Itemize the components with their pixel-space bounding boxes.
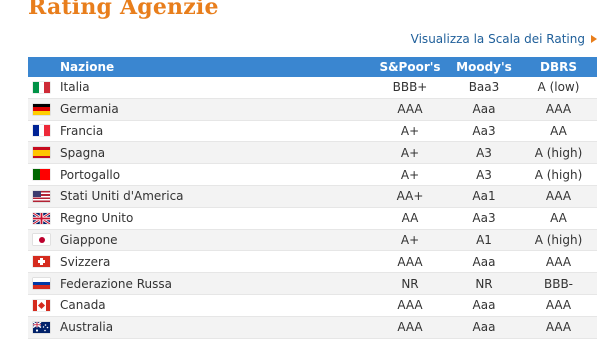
header-sp: S&Poor's (379, 60, 441, 74)
rating-moodys: Aaa (472, 320, 496, 335)
ratings-table: Nazione S&Poor's Moody's DBRS Italia BBB… (28, 57, 597, 339)
header-dbrs: DBRS (540, 60, 577, 74)
table-row: Federazione Russa NR NR BBB- (28, 273, 597, 295)
table-row: Germania AAA Aaa AAA (28, 98, 597, 121)
country-name: Federazione Russa (60, 276, 172, 291)
country-name: Italia (60, 80, 90, 95)
page-title: Rating Agenzie (28, 0, 219, 20)
country-name: Francia (60, 123, 104, 138)
table-row: Portogallo A+ A3 A (high) (28, 164, 597, 186)
australia-flag-icon (33, 321, 50, 333)
portugal-flag-icon (33, 169, 50, 181)
rating-dbrs: BBB- (543, 276, 574, 291)
rating-moodys: Baa3 (468, 80, 500, 95)
header-country: Nazione (60, 60, 115, 74)
table-row: Regno Unito AA Aa3 AA (28, 208, 597, 230)
rating-dbrs: A (low) (537, 80, 580, 95)
table-row: Svizzera AAA Aaa AAA (28, 251, 597, 274)
country-name: Stati Uniti d'America (60, 189, 184, 204)
switzerland-flag-icon (33, 256, 50, 268)
rating-sp: AAA (397, 254, 423, 269)
rating-sp: A+ (400, 145, 420, 160)
arrow-right-icon (591, 35, 597, 43)
rating-sp: AAA (397, 298, 423, 313)
italy-flag-icon (33, 81, 50, 93)
rating-sp: AAA (397, 320, 423, 335)
rating-sp: NR (401, 276, 419, 291)
rating-moodys: Aaa (472, 254, 496, 269)
rating-dbrs: AAA (545, 102, 572, 117)
usa-flag-icon (33, 190, 50, 202)
japan-flag-icon (33, 234, 50, 246)
table-row: Giappone A+ A1 A (high) (28, 229, 597, 252)
header-moodys: Moody's (456, 60, 512, 74)
table-row: Spagna A+ A3 A (high) (28, 142, 597, 165)
rating-dbrs: AAA (545, 298, 572, 313)
rating-dbrs: A (high) (534, 145, 583, 160)
rating-dbrs: AA (550, 211, 567, 226)
rating-scale-link-label: Visualizza la Scala dei Rating (410, 32, 585, 46)
rating-sp: A+ (400, 167, 420, 182)
rating-dbrs: AAA (545, 189, 572, 204)
rating-dbrs: A (high) (534, 167, 583, 182)
country-name: Australia (60, 320, 114, 335)
rating-moodys: A1 (476, 232, 492, 247)
table-row: Stati Uniti d'America AA+ Aa1 AAA (28, 185, 597, 208)
country-name: Spagna (60, 145, 106, 160)
country-name: Germania (60, 102, 119, 117)
country-name: Giappone (60, 232, 118, 247)
rating-moodys: Aaa (472, 298, 496, 313)
rating-moodys: Aa3 (472, 211, 496, 226)
rating-moodys: NR (475, 276, 493, 291)
france-flag-icon (33, 125, 50, 137)
germany-flag-icon (33, 103, 50, 115)
rating-sp: A+ (400, 232, 420, 247)
country-name: Svizzera (60, 254, 111, 269)
rating-moodys: Aa1 (472, 189, 496, 204)
spain-flag-icon (33, 147, 50, 159)
table-body: Italia BBB+ Baa3 A (low) Germania AAA Aa… (28, 77, 597, 339)
rating-moodys: Aaa (472, 102, 496, 117)
rating-dbrs: AAA (545, 254, 572, 269)
rating-sp: AAA (397, 102, 423, 117)
rating-moodys: Aa3 (472, 123, 496, 138)
country-name: Canada (60, 298, 106, 313)
rating-moodys: A3 (476, 145, 492, 160)
rating-sp: AA (401, 211, 419, 226)
table-row: Italia BBB+ Baa3 A (low) (28, 77, 597, 99)
table-row: Australia AAA Aaa AAA (28, 316, 597, 339)
russia-flag-icon (33, 278, 50, 290)
rating-sp: A+ (400, 123, 420, 138)
rating-scale-link[interactable]: Visualizza la Scala dei Rating (411, 32, 597, 46)
canada-flag-icon (33, 299, 50, 311)
table-row: Canada AAA Aaa AAA (28, 295, 597, 317)
rating-dbrs: AAA (545, 320, 572, 335)
table-row: Francia A+ Aa3 AA (28, 121, 597, 143)
table-header: Nazione S&Poor's Moody's DBRS (28, 57, 597, 77)
country-name: Regno Unito (60, 211, 134, 226)
rating-moodys: A3 (476, 167, 492, 182)
country-name: Portogallo (60, 167, 121, 182)
rating-sp: AA+ (396, 189, 424, 204)
rating-dbrs: AA (550, 123, 567, 138)
rating-dbrs: A (high) (534, 232, 583, 247)
uk-flag-icon (33, 212, 50, 224)
rating-sp: BBB+ (392, 80, 428, 95)
